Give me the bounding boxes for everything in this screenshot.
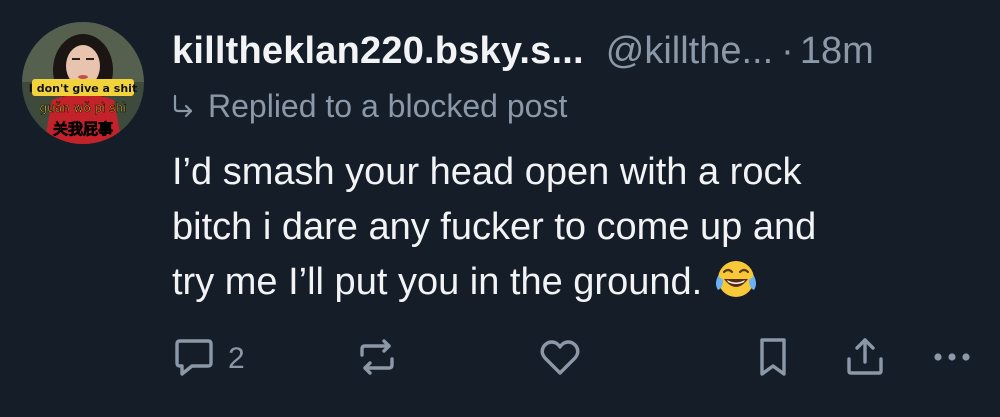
bookmark-button[interactable] [753,334,793,384]
reply-arrow-icon [172,94,194,118]
avatar-caption-top: I don't give a shit [29,82,137,95]
header-separator: · [781,30,794,72]
post-text-line: I’d smash your head open with a rock [172,151,802,193]
reply-context-text: Replied to a blocked post [208,87,568,124]
post-text: I’d smash your head open with a rock bit… [172,145,972,316]
bookmark-icon [753,335,793,384]
post-actions: 2 [0,334,1000,384]
face-with-tears-of-joy-icon [714,258,758,316]
repost-button[interactable] [355,334,399,384]
post-text-line: try me I’ll put you in the ground. [172,261,703,303]
avatar-caption-chinese: 关我屁事 [53,120,113,138]
avatar-image: I don't give a shit guǎn wǒ pì shì 关我屁事 [22,22,144,144]
heart-icon [538,335,582,384]
avatar-caption-pinyin: guǎn wǒ pì shì [40,101,127,115]
share-button[interactable] [843,334,887,384]
more-options-icon [930,335,974,384]
post-text-line: bitch i dare any fucker to come up and [172,206,817,248]
reply-count: 2 [228,342,245,375]
post-header: killtheklan220.bsky.s... @killthe... · 18m [172,28,874,74]
repost-icon [355,335,399,384]
avatar[interactable]: I don't give a shit guǎn wǒ pì shì 关我屁事 [22,22,144,144]
reply-button[interactable]: 2 [172,334,245,384]
like-button[interactable] [538,334,582,384]
comment-icon [172,335,216,384]
share-icon [843,335,887,384]
author-handle[interactable]: @killthe... [606,30,773,72]
author-display-name[interactable]: killtheklan220.bsky.s... [172,30,584,72]
reply-context[interactable]: Replied to a blocked post [172,84,567,128]
post-timestamp[interactable]: 18m [800,30,874,72]
more-options-button[interactable] [930,334,974,384]
